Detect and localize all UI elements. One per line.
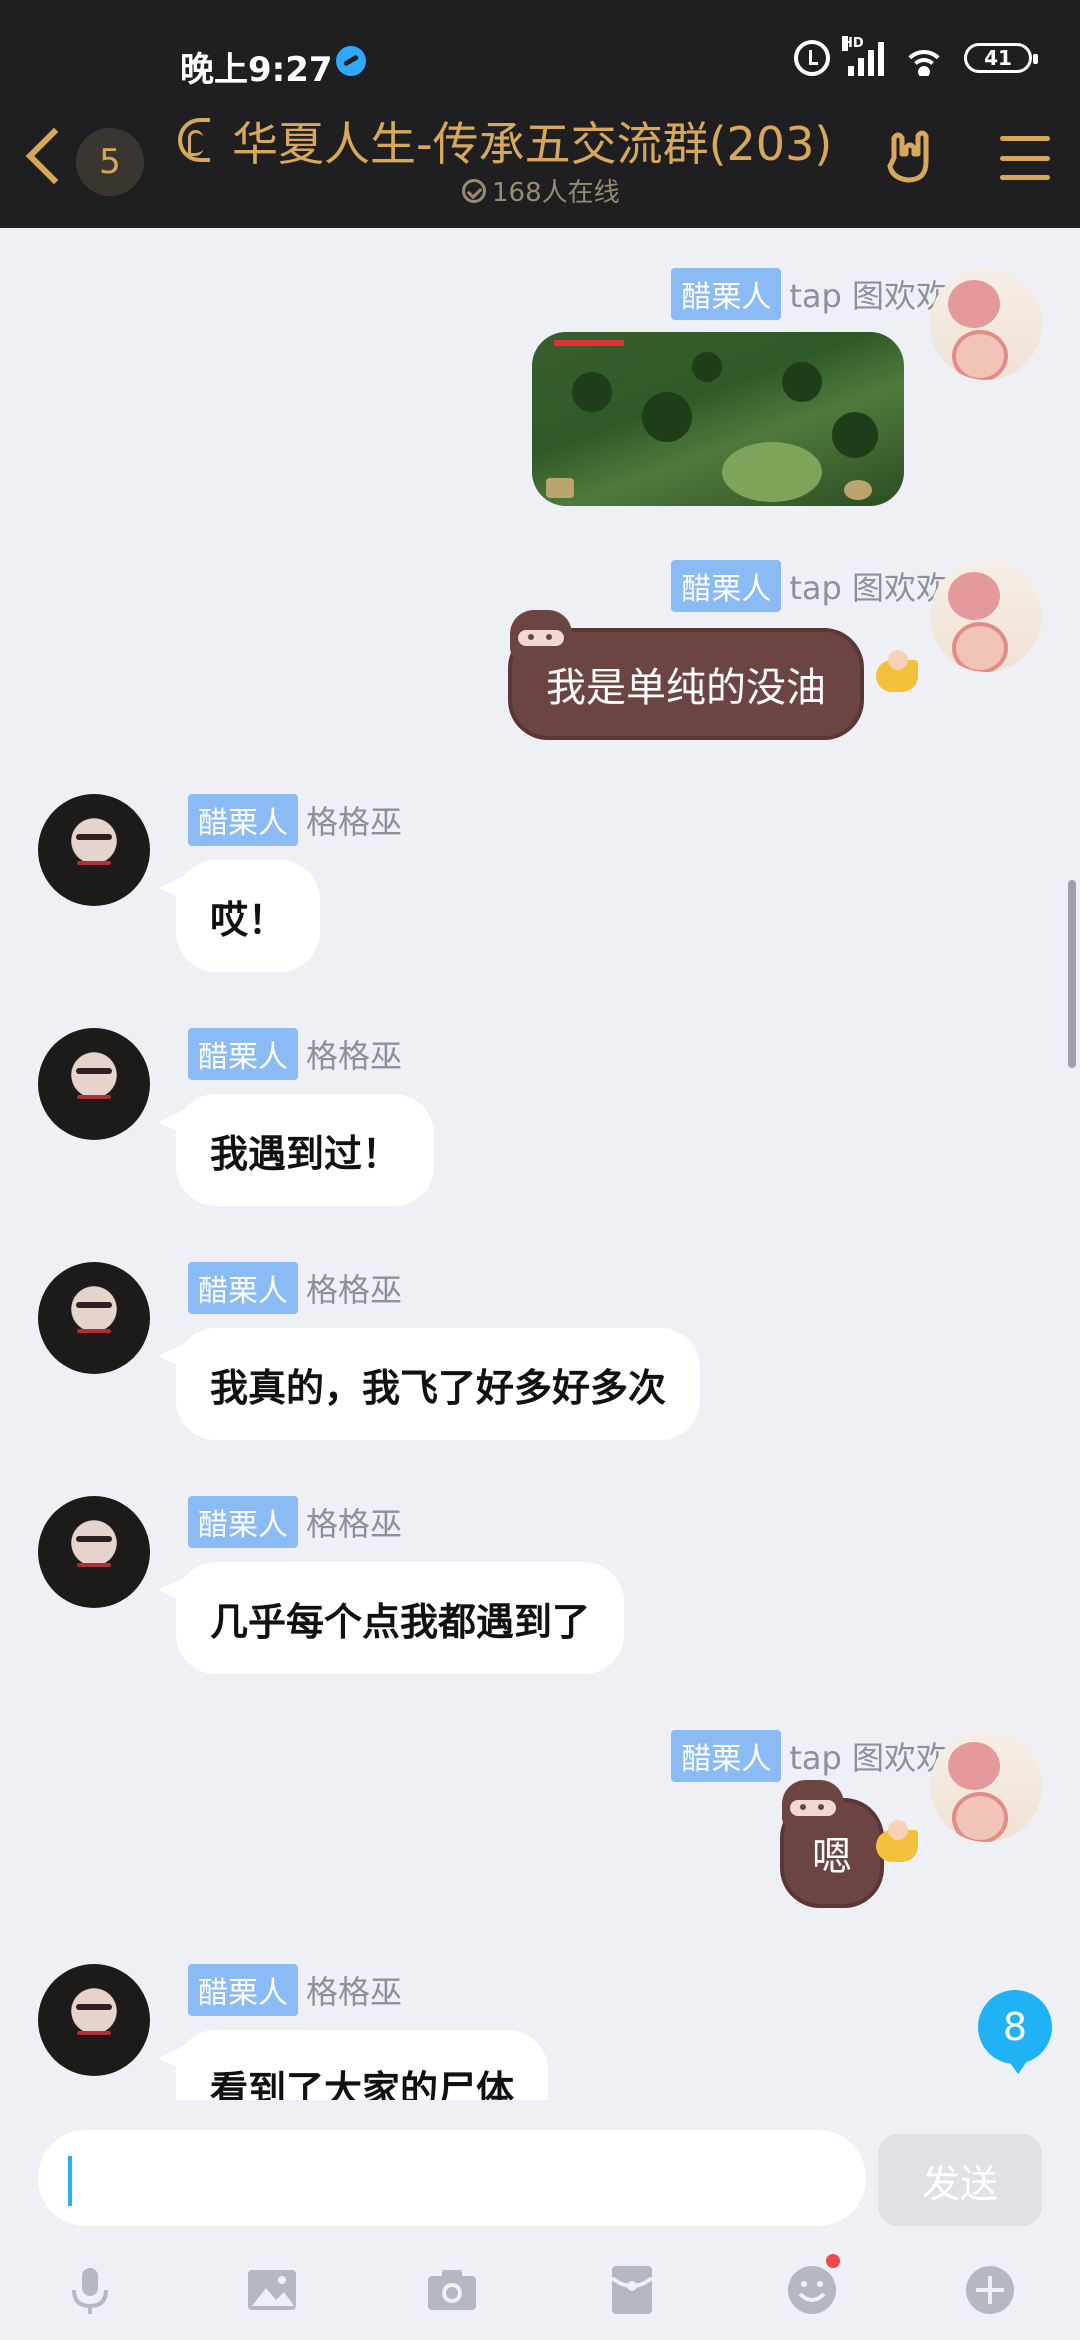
plus-icon[interactable] (958, 2258, 1022, 2322)
network-label: HD (842, 36, 864, 51)
sender-row: 醋栗人 格格巫 (188, 1262, 402, 1314)
chat-header: 晚上9:27 HD 41 5 华夏人生-传承五交流群(203) 168人在线 (0, 0, 1080, 228)
battery-icon: 41 (964, 43, 1038, 73)
sender-row: 醋栗人 tap 图欢欢 (671, 268, 948, 320)
chat-title[interactable]: 华夏人生-传承五交流群(203) (232, 108, 832, 174)
new-messages-badge[interactable]: 8 (978, 1990, 1052, 2074)
sender-row: 醋栗人 格格巫 (188, 1964, 402, 2016)
status-time: 晚上9:27 (180, 50, 333, 90)
ear-mode-icon[interactable] (178, 118, 210, 162)
sender-row: 醋栗人 格格巫 (188, 1028, 402, 1080)
unread-count-badge[interactable]: 5 (76, 128, 144, 196)
message-bubble[interactable]: 我真的，我飞了好多好多次 (157, 1328, 701, 1440)
wifi-icon (902, 40, 946, 76)
sender-row: 醋栗人 tap 图欢欢 (671, 560, 948, 612)
avatar[interactable] (930, 268, 1042, 380)
hand-gesture-icon[interactable] (884, 128, 938, 184)
online-icon (462, 178, 486, 203)
sender-nick[interactable]: 格格巫 (306, 1265, 402, 1311)
avatar[interactable] (38, 1262, 150, 1374)
member-tag: 醋栗人 (188, 794, 298, 846)
menu-icon[interactable] (1000, 136, 1050, 180)
back-button[interactable] (20, 126, 60, 186)
message-bubble[interactable]: 几乎每个点我都遇到了 (157, 1562, 625, 1674)
bubble-decoration (510, 610, 572, 658)
message-bubble[interactable]: 看到了大家的尸体 (157, 2030, 549, 2100)
sender-row: 醋栗人 tap 图欢欢 (671, 1730, 948, 1782)
red-packet-icon[interactable] (600, 2258, 664, 2322)
sender-nick[interactable]: 格格巫 (306, 1967, 402, 2013)
image-icon[interactable] (240, 2258, 304, 2322)
alarm-icon (794, 40, 830, 76)
sender-nick[interactable]: tap 图欢欢 (789, 1733, 948, 1779)
online-count: 168人在线 (492, 178, 620, 208)
bubble-decoration (876, 1820, 918, 1862)
avatar[interactable] (930, 560, 1042, 672)
message-bubble[interactable]: 我遇到过！ (157, 1094, 435, 1206)
member-tag: 醋栗人 (671, 1730, 782, 1782)
composer-toolbar (0, 2254, 1080, 2338)
online-status[interactable]: 168人在线 (462, 172, 620, 209)
message-bubble[interactable]: 哎！ (157, 860, 321, 972)
send-button[interactable]: 发送 (878, 2134, 1042, 2226)
sender-row: 醋栗人 格格巫 (188, 1496, 402, 1548)
scrollbar[interactable] (1068, 880, 1076, 1068)
message-input[interactable] (38, 2130, 866, 2226)
microphone-icon[interactable] (58, 2258, 122, 2322)
avatar[interactable] (930, 1730, 1042, 1842)
avatar[interactable] (38, 794, 150, 906)
sender-nick[interactable]: tap 图欢欢 (789, 271, 948, 317)
avatar[interactable] (38, 1496, 150, 1608)
camera-icon[interactable] (420, 2258, 484, 2322)
sender-nick[interactable]: 格格巫 (306, 1031, 402, 1077)
sender-row: 醋栗人 格格巫 (188, 794, 402, 846)
sender-nick[interactable]: tap 图欢欢 (789, 563, 948, 609)
signal-icon: HD (842, 36, 884, 76)
bubble-decoration (782, 1780, 844, 1828)
bubble-decoration (876, 650, 918, 692)
sender-nick[interactable]: 格格巫 (306, 797, 402, 843)
sender-nick[interactable]: 格格巫 (306, 1499, 402, 1545)
member-tag: 醋栗人 (188, 1028, 298, 1080)
emoji-icon[interactable] (780, 2254, 844, 2322)
member-tag: 醋栗人 (188, 1262, 298, 1314)
member-tag: 醋栗人 (671, 268, 782, 320)
notification-dot (826, 2254, 840, 2268)
member-tag: 醋栗人 (188, 1964, 298, 2016)
image-message[interactable] (532, 332, 904, 506)
avatar[interactable] (38, 1028, 150, 1140)
status-icons: HD 41 (794, 36, 1038, 76)
text-caret (68, 2156, 72, 2206)
app-notification-icon (336, 46, 366, 76)
message-clip: 看到了大家的尸体 (0, 2020, 1080, 2100)
member-tag: 醋栗人 (188, 1496, 298, 1548)
composer: 发送 (0, 2104, 1080, 2340)
member-tag: 醋栗人 (671, 560, 782, 612)
